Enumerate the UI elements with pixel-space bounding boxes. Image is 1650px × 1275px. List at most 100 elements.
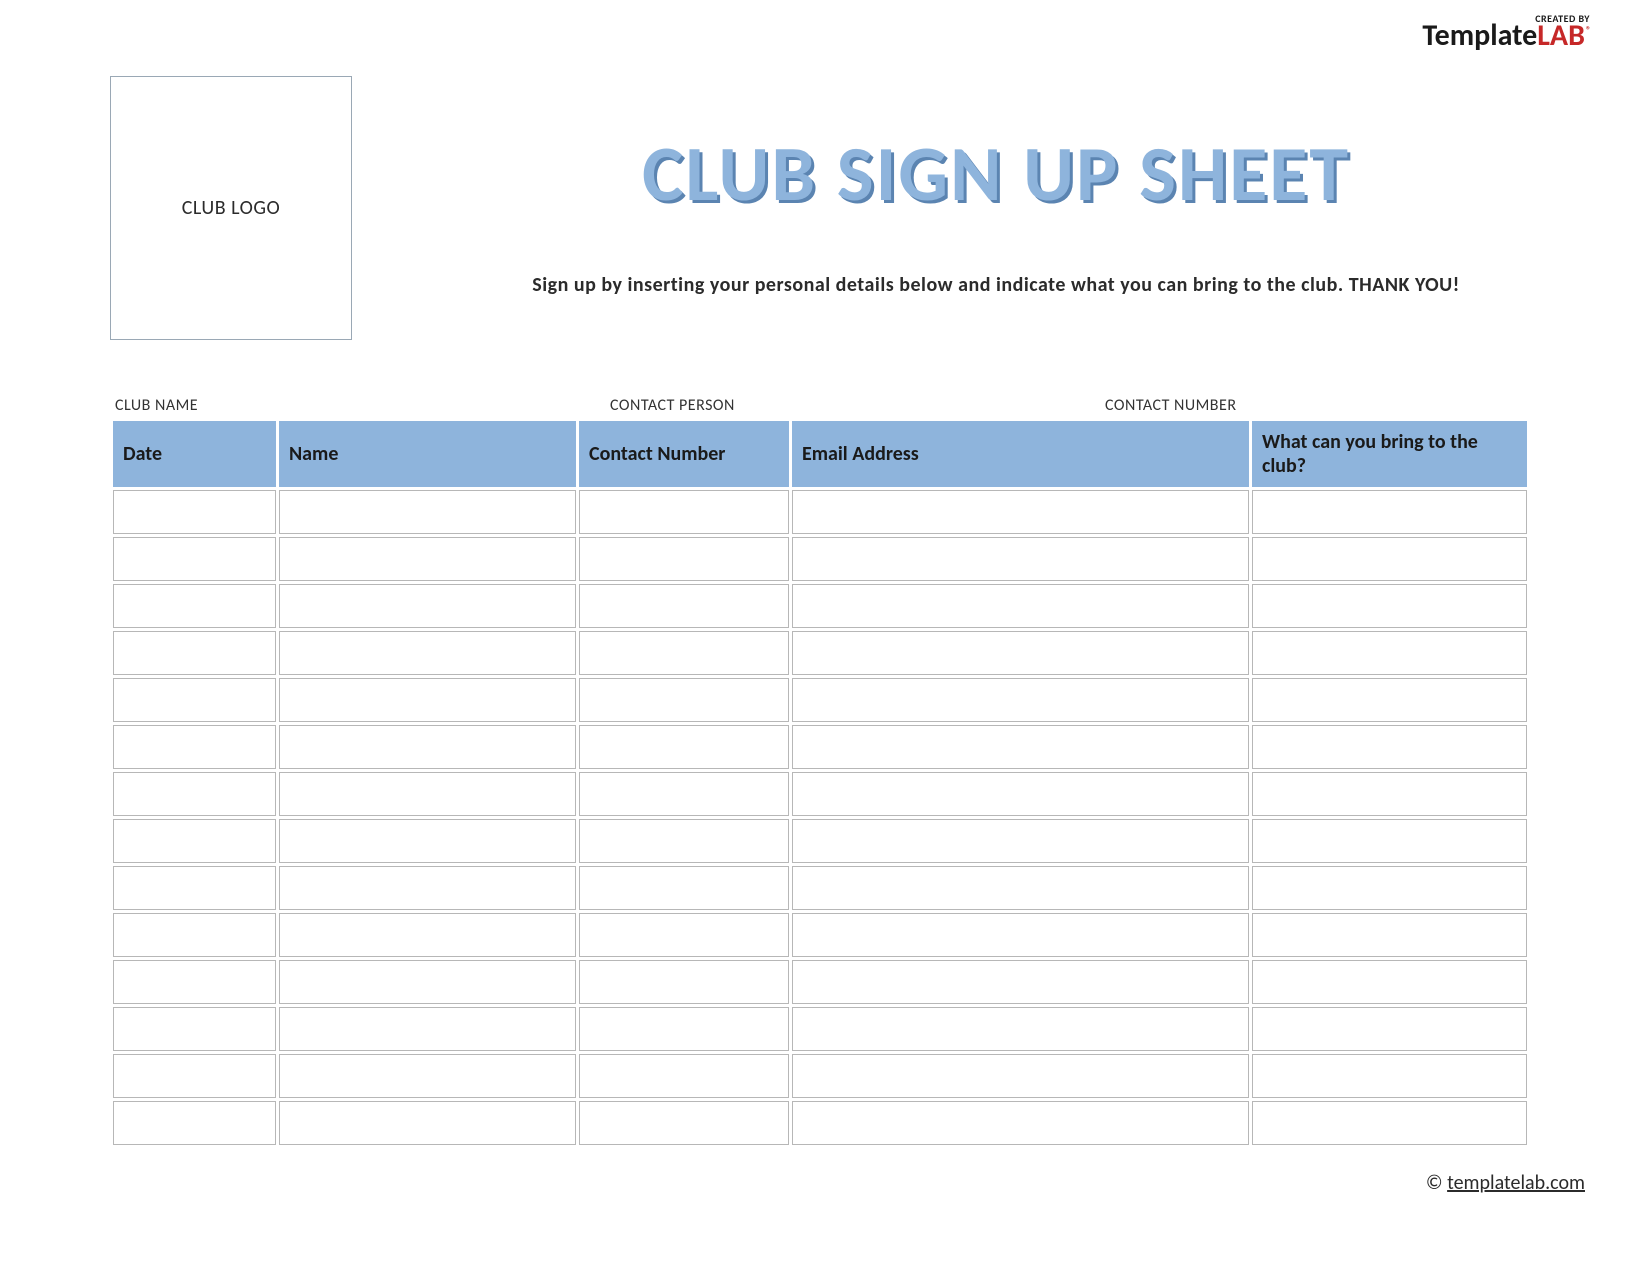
table-cell[interactable] [113,490,276,534]
table-cell[interactable] [279,1101,576,1145]
table-cell[interactable] [113,819,276,863]
table-cell[interactable] [1252,631,1527,675]
table-cell[interactable] [113,1101,276,1145]
table-cell[interactable] [1252,725,1527,769]
table-cell[interactable] [1252,490,1527,534]
table-cell[interactable] [792,819,1249,863]
table-cell[interactable] [279,490,576,534]
table-cell[interactable] [279,678,576,722]
field-label-contact-person: CONTACT PERSON [610,396,1065,415]
table-cell[interactable] [579,1054,789,1098]
table-cell[interactable] [792,960,1249,1004]
table-cell[interactable] [113,960,276,1004]
table-cell[interactable] [279,537,576,581]
page-title: CLUB SIGN UP SHEET [402,126,1590,221]
table-row [113,913,1527,957]
table-cell[interactable] [792,1054,1249,1098]
table-cell[interactable] [279,584,576,628]
table-cell[interactable] [579,1101,789,1145]
field-contact-person[interactable]: ________________________________________… [610,380,1065,415]
table-cell[interactable] [1252,678,1527,722]
table-cell[interactable] [113,866,276,910]
table-cell[interactable] [113,913,276,957]
footer-link[interactable]: templatelab.com [1447,1171,1585,1195]
table-cell[interactable] [1252,772,1527,816]
footer: © templatelab.com [1426,1171,1585,1195]
table-row [113,490,1527,534]
field-club-name[interactable]: ________________________________________… [115,380,570,415]
table-cell[interactable] [1252,1007,1527,1051]
table-cell[interactable] [792,537,1249,581]
table-cell[interactable] [1252,1101,1527,1145]
table-cell[interactable] [113,1007,276,1051]
table-cell[interactable] [792,725,1249,769]
table-cell[interactable] [579,725,789,769]
blank-line: ________________________________________… [115,380,570,394]
info-fields: ________________________________________… [115,380,1560,415]
table-cell[interactable] [1252,913,1527,957]
table-cell[interactable] [792,631,1249,675]
col-header-name: Name [279,421,576,487]
table-cell[interactable] [792,1101,1249,1145]
table-cell[interactable] [1252,866,1527,910]
table-row [113,537,1527,581]
table-cell[interactable] [1252,537,1527,581]
table-row [113,960,1527,1004]
table-row [113,1054,1527,1098]
table-cell[interactable] [113,1054,276,1098]
table-row [113,772,1527,816]
table-cell[interactable] [1252,584,1527,628]
table-cell[interactable] [279,819,576,863]
table-cell[interactable] [579,490,789,534]
table-cell[interactable] [279,1007,576,1051]
table-cell[interactable] [1252,819,1527,863]
table-cell[interactable] [792,772,1249,816]
table-cell[interactable] [279,960,576,1004]
table-cell[interactable] [579,772,789,816]
table-cell[interactable] [792,913,1249,957]
table-cell[interactable] [1252,960,1527,1004]
table-cell[interactable] [579,631,789,675]
col-header-date: Date [113,421,276,487]
club-logo-placeholder[interactable]: CLUB LOGO [110,76,352,340]
table-cell[interactable] [113,631,276,675]
table-row [113,584,1527,628]
table-body [113,490,1527,1145]
table-cell[interactable] [279,913,576,957]
field-contact-number[interactable]: ________________________________________… [1105,380,1560,415]
table-cell[interactable] [579,913,789,957]
table-cell[interactable] [113,537,276,581]
table-row [113,631,1527,675]
table-cell[interactable] [279,866,576,910]
table-cell[interactable] [792,584,1249,628]
table-cell[interactable] [279,631,576,675]
table-cell[interactable] [792,678,1249,722]
table-cell[interactable] [1252,1054,1527,1098]
table-cell[interactable] [113,584,276,628]
table-cell[interactable] [792,866,1249,910]
table-cell[interactable] [279,772,576,816]
table-cell[interactable] [792,1007,1249,1051]
table-cell[interactable] [279,725,576,769]
table-cell[interactable] [792,490,1249,534]
table-cell[interactable] [579,1007,789,1051]
table-row [113,1101,1527,1145]
field-label-club-name: CLUB NAME [115,396,570,415]
col-header-bring: What can you bring to the club? [1252,421,1527,487]
table-cell[interactable] [579,678,789,722]
table-cell[interactable] [113,725,276,769]
table-cell[interactable] [113,678,276,722]
table-cell[interactable] [579,537,789,581]
table-row [113,725,1527,769]
signup-table: Date Name Contact Number Email Address W… [110,418,1530,1148]
table-cell[interactable] [579,819,789,863]
table-row [113,678,1527,722]
brand-wordmark: TemplateLAB® [1422,21,1590,51]
table-cell[interactable] [579,584,789,628]
table-cell[interactable] [113,772,276,816]
signup-table-wrap: Date Name Contact Number Email Address W… [110,418,1518,1148]
table-cell[interactable] [579,960,789,1004]
table-cell[interactable] [279,1054,576,1098]
copyright-symbol: © [1426,1171,1443,1195]
table-cell[interactable] [579,866,789,910]
